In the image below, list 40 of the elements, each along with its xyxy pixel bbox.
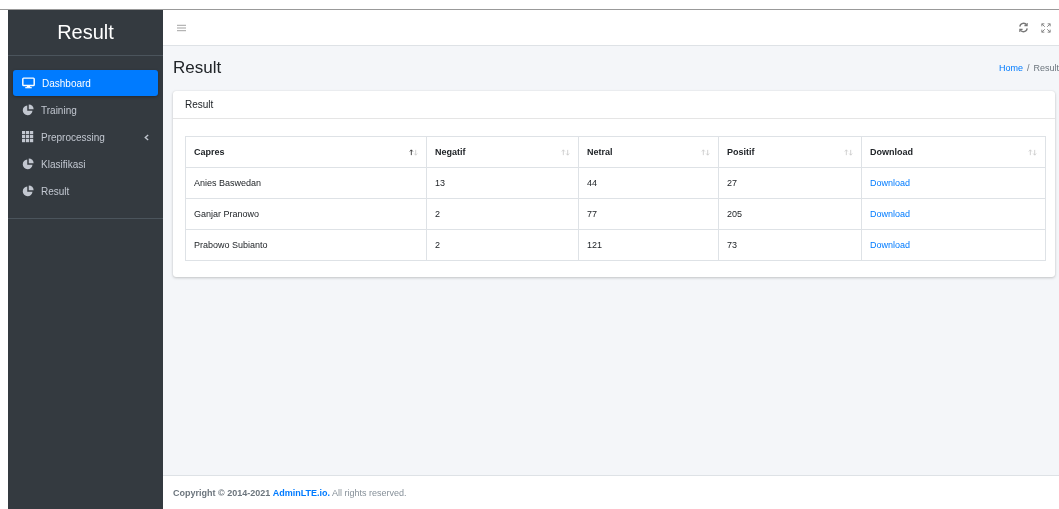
menu-icon[interactable]: [177, 23, 186, 32]
table-cell: 205: [718, 198, 862, 230]
pie-chart-icon: [22, 158, 34, 170]
table-cell: 13: [426, 167, 579, 199]
download-link[interactable]: Download: [870, 209, 911, 219]
sidebar-item[interactable]: Klasifikasi: [13, 151, 158, 177]
table-cell: 27: [718, 167, 862, 199]
breadcrumb-current: Result: [1033, 63, 1059, 73]
download-link[interactable]: Download: [870, 178, 911, 188]
monitor-icon: [22, 77, 35, 89]
table-cell: Anies Baswedan: [185, 167, 427, 199]
pie-chart-icon: [22, 104, 34, 116]
grid-icon: [22, 131, 34, 143]
table-cell: 2: [426, 229, 579, 261]
breadcrumb-separator: /: [1026, 63, 1030, 73]
column-header[interactable]: Positif: [718, 136, 862, 168]
adminlte-link[interactable]: AdminLTE.io.: [272, 488, 330, 498]
table-cell: Ganjar Pranowo: [185, 198, 427, 230]
table-cell: 73: [718, 229, 862, 261]
column-header[interactable]: Netral: [578, 136, 719, 168]
table-cell: 77: [578, 198, 719, 230]
download-link[interactable]: Download: [870, 240, 911, 250]
sidebar-item[interactable]: Dashboard: [13, 70, 158, 96]
column-header[interactable]: Download: [861, 136, 1046, 168]
fullscreen-icon[interactable]: [1041, 22, 1051, 33]
breadcrumb-link[interactable]: Home: [998, 63, 1023, 73]
sidebar-item[interactable]: Training: [13, 97, 158, 123]
column-header[interactable]: Negatif: [426, 136, 579, 168]
table-cell: 121: [578, 229, 719, 261]
table-cell: 2: [426, 198, 579, 230]
footer-text: Copyright © 2014-2021 AdminLTE.io. All rights reserved.: [173, 488, 407, 498]
column-header[interactable]: Capres: [185, 136, 427, 168]
sidebar-item[interactable]: Result: [13, 178, 158, 204]
table-cell: Prabowo Subianto: [185, 229, 427, 261]
card-title: Result: [185, 99, 214, 110]
table-cell: 44: [578, 167, 719, 199]
page-title: Result: [173, 58, 222, 78]
sidebar-item[interactable]: Preprocessing: [13, 124, 158, 150]
pie-chart-icon: [22, 185, 34, 197]
refresh-icon[interactable]: [1018, 22, 1029, 33]
